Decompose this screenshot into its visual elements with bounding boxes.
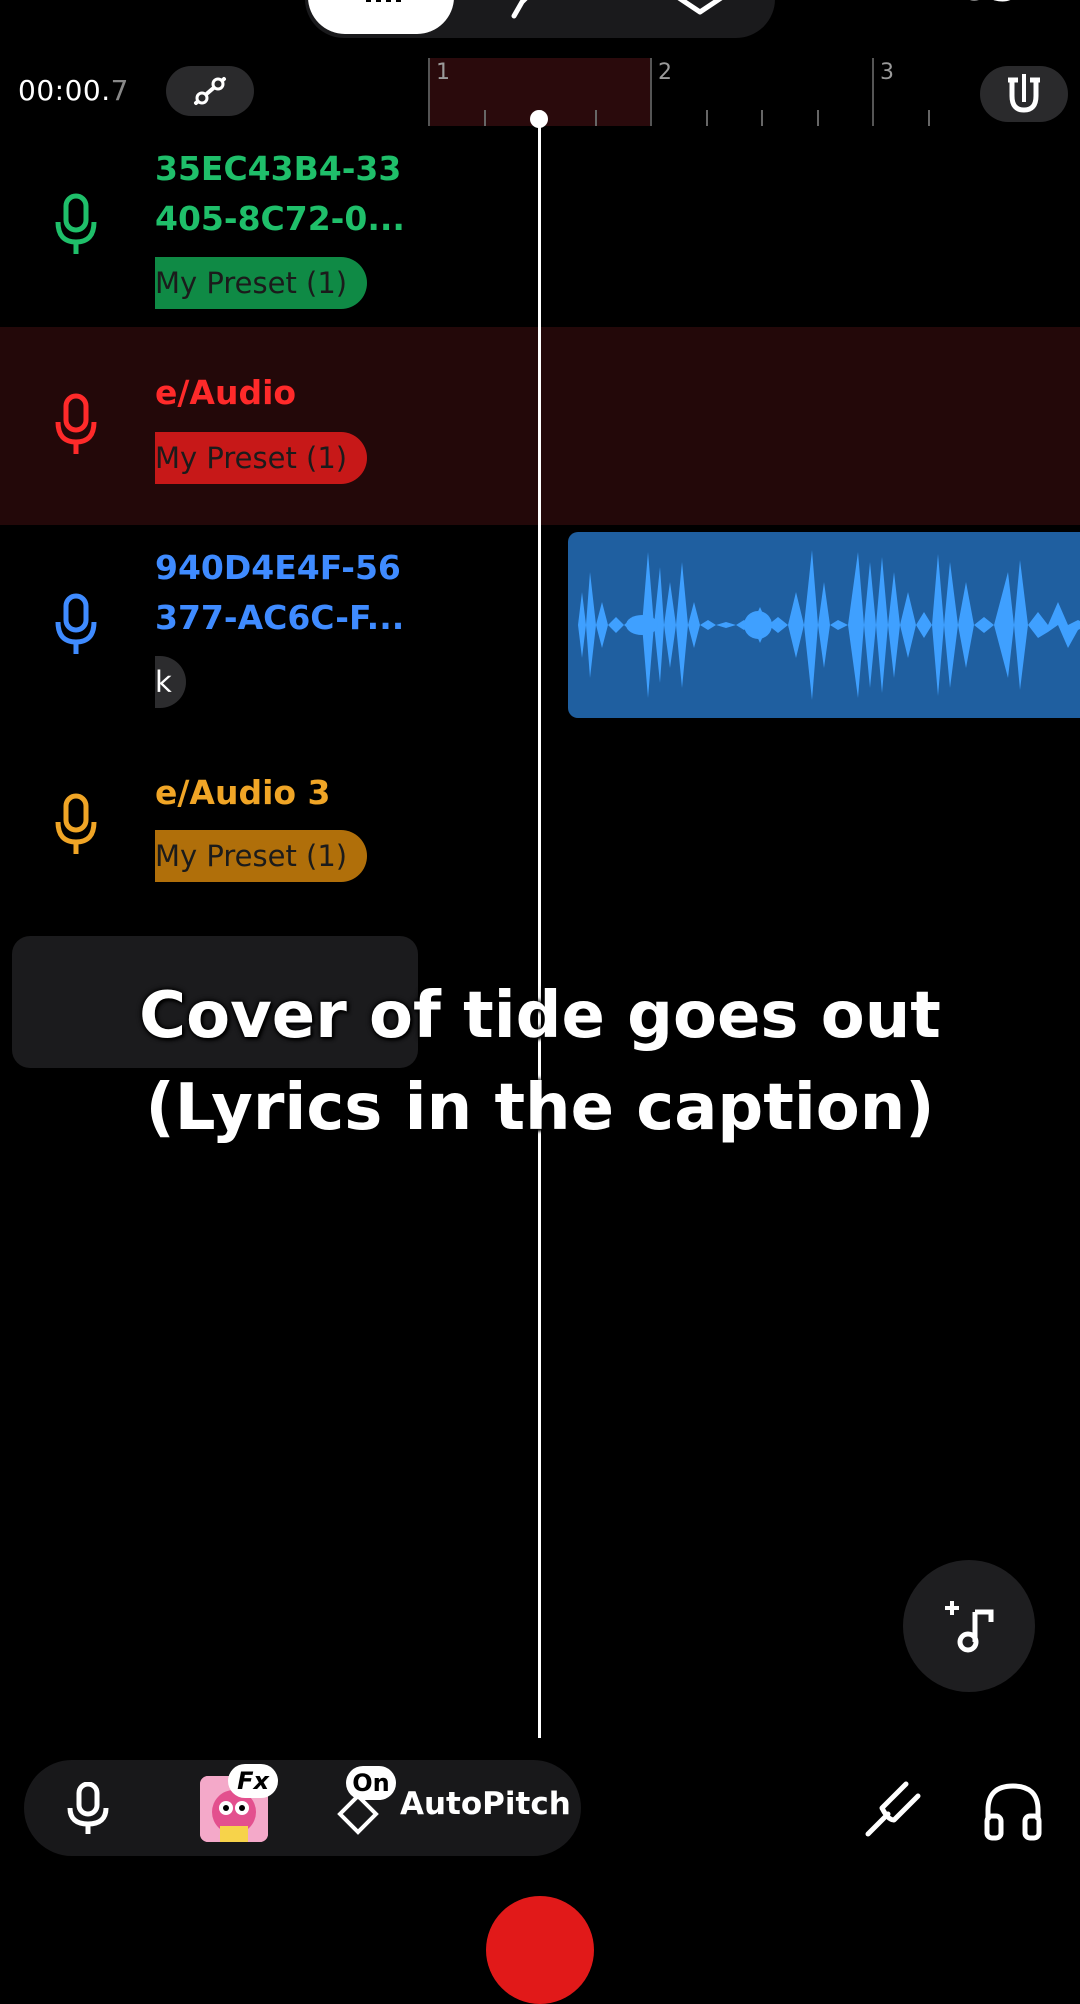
track-4-preset-label: My Preset (1) [155,839,348,873]
ruler-label-2: 2 [658,60,672,85]
track-1-preset-chip[interactable]: My Preset (1) [155,257,368,309]
ruler-tick [761,110,763,126]
tuning-fork-button[interactable] [862,1780,922,1844]
ruler-tick [817,110,819,126]
track-2-mic-icon[interactable] [54,392,98,466]
track-2-preset-chip[interactable]: My Preset (1) [155,432,368,484]
track-1-mic-icon[interactable] [54,192,98,266]
track-3-preset-chip[interactable]: k [155,656,186,708]
autopitch-on-badge: On [346,1766,396,1800]
track-2-preset-label: My Preset (1) [155,441,348,475]
ruler-tick [706,110,708,126]
automation-button[interactable] [166,66,254,116]
ruler-label-3: 3 [880,60,894,85]
time-fraction: 7 [110,74,129,107]
track-3-title[interactable]: 940D4E4F-56 377-AC6C-F... [155,543,404,643]
time-main: 00:00. [18,74,111,107]
mic-icon [67,1781,109,1834]
undo-icon[interactable] [0,0,130,24]
tuning-fork-icon [865,1781,921,1837]
caption-line-2: (Lyrics in the caption) [145,1071,935,1145]
track-1-title[interactable]: 35EC43B4-33 405-8C72-0... [155,144,405,244]
tab-waveform-active[interactable] [308,0,454,34]
playhead-line[interactable] [538,118,541,1738]
track-1-preset-label: My Preset (1) [155,266,348,300]
magnet-icon [1008,74,1040,113]
add-track-icon [945,1601,994,1653]
track-4-title[interactable]: e/Audio 3 [155,768,331,818]
automation-icon [194,77,226,105]
track-2-title[interactable]: e/Audio [155,368,296,418]
ruler-bar-2 [650,58,652,126]
headphones-button[interactable] [982,1780,1044,1846]
headphones-icon [984,1783,1042,1841]
track-4-preset-chip[interactable]: My Preset (1) [155,830,368,882]
record-input-mic-button[interactable] [66,1781,110,1842]
ruler-bar-3 [872,58,874,126]
record-button[interactable] [486,1896,594,2004]
track-4-mic-icon[interactable] [54,792,98,866]
add-track-button[interactable] [903,1560,1035,1692]
ruler-tick [484,110,486,126]
track-3-preset-label: k [155,665,172,699]
track-3-mic-icon[interactable] [54,592,98,666]
audio-clip[interactable] [568,532,1080,718]
ruler-tick [595,110,597,126]
ruler-bar-1 [428,58,430,126]
playhead-handle[interactable] [530,110,548,128]
autopitch-button[interactable]: AutoPitch [400,1786,571,1822]
caption-line-1: Cover of tide goes out [139,979,941,1053]
waveform [578,550,1080,700]
fx-badge: Fx [228,1764,278,1798]
tab-pen-icon[interactable] [508,0,548,24]
tab-layers-icon[interactable] [670,0,730,26]
time-readout: 00:00.7 [18,74,129,107]
snap-button[interactable] [980,66,1068,122]
redo-icon[interactable] [955,0,1025,20]
ruler-tick [928,110,930,126]
ruler-label-1: 1 [436,60,450,85]
